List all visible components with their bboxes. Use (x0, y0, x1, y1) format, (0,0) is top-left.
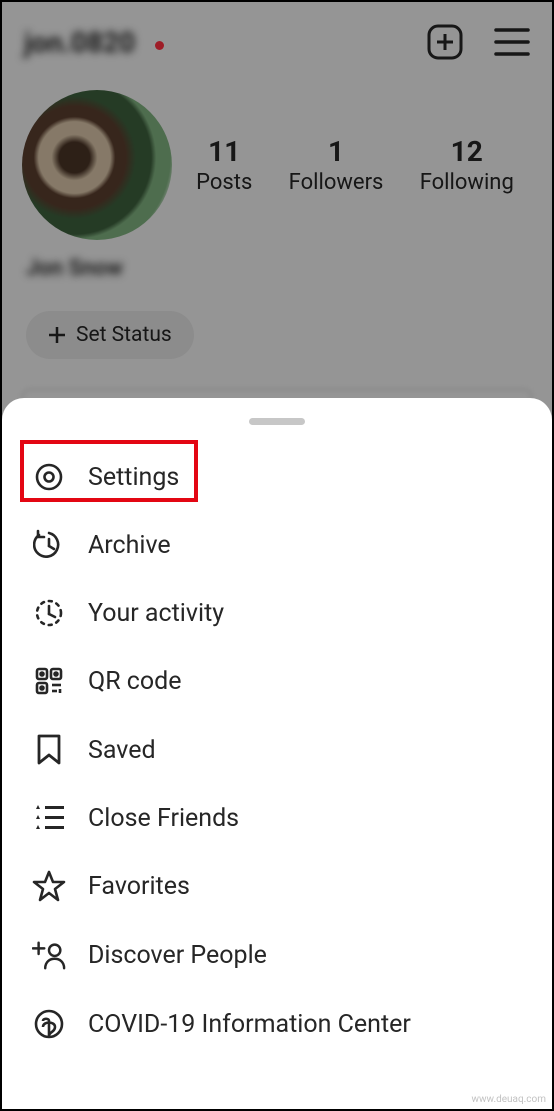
menu-label: Discover People (88, 941, 267, 970)
menu-item-archive[interactable]: Archive (2, 511, 552, 579)
menu-item-close-friends[interactable]: Close Friends (2, 785, 552, 851)
menu-item-qr[interactable]: QR code (2, 647, 552, 715)
bottom-sheet: Settings Archive Your act (2, 398, 552, 1109)
menu-label: COVID-19 Information Center (88, 1010, 411, 1039)
menu-label: Saved (88, 736, 156, 765)
menu-item-discover[interactable]: Discover People (2, 921, 552, 989)
menu-item-settings[interactable]: Settings (2, 443, 552, 511)
close-friends-icon (32, 803, 66, 833)
star-icon (32, 869, 66, 903)
watermark: www.deuaq.com (472, 1094, 547, 1105)
menu-item-favorites[interactable]: Favorites (2, 851, 552, 921)
menu-label: Your activity (88, 599, 224, 628)
bookmark-icon (32, 733, 66, 767)
sheet-grabber[interactable] (249, 418, 305, 425)
covid-info-icon (32, 1007, 66, 1041)
menu-label: Settings (88, 463, 179, 492)
menu-label: QR code (88, 667, 182, 696)
archive-icon (32, 529, 66, 561)
menu-item-covid[interactable]: COVID-19 Information Center (2, 989, 552, 1059)
discover-people-icon (32, 939, 66, 971)
menu-item-activity[interactable]: Your activity (2, 579, 552, 647)
menu-item-saved[interactable]: Saved (2, 715, 552, 785)
activity-icon (32, 597, 66, 629)
qr-icon (32, 665, 66, 697)
menu-label: Archive (88, 531, 171, 560)
menu-label: Favorites (88, 872, 190, 901)
gear-icon (32, 461, 66, 493)
menu-label: Close Friends (88, 804, 239, 833)
